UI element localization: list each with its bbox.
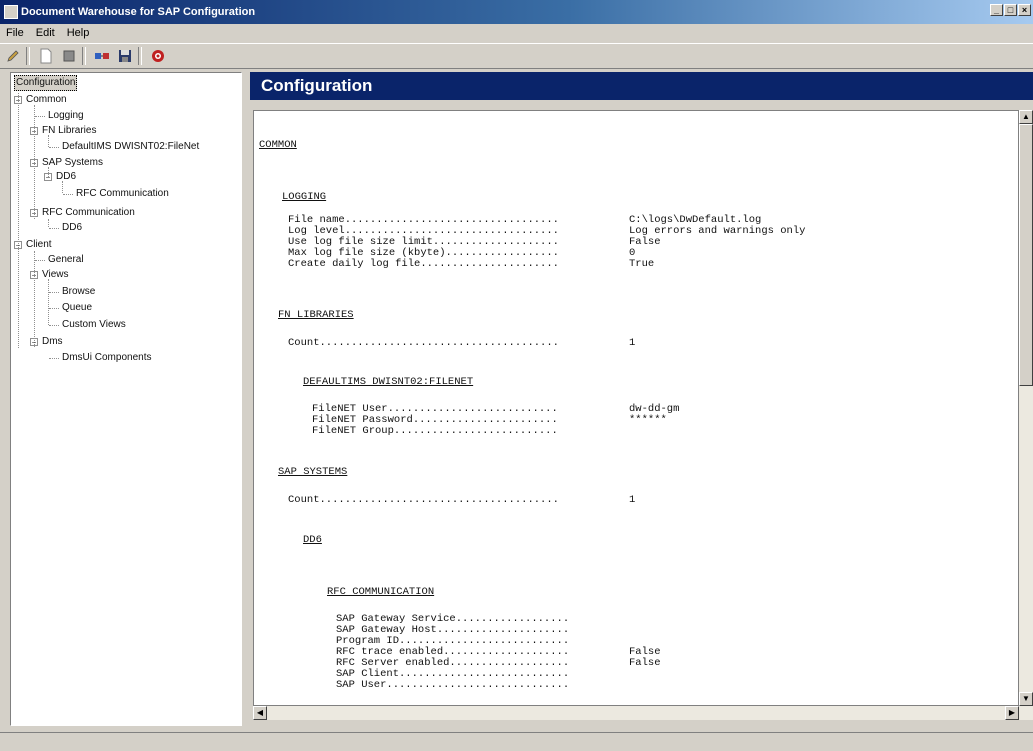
scroll-up-button[interactable]: ▲	[1019, 110, 1033, 124]
new-document-icon[interactable]	[36, 46, 56, 66]
rfc-row-value: False	[629, 657, 661, 669]
tree-item-dmsui-components[interactable]: DmsUi Components	[49, 351, 151, 365]
toolbar-separator	[26, 47, 30, 65]
section-fn-libraries: FN LIBRARIES	[278, 309, 354, 321]
tree-line	[18, 93, 19, 348]
tree-label: General	[48, 254, 84, 265]
section-common: COMMON	[259, 139, 297, 151]
tree-item-fn-libraries[interactable]: − FN Libraries	[30, 124, 96, 138]
tree-label: DD6	[62, 222, 83, 233]
menu-help[interactable]: Help	[61, 27, 96, 39]
collapse-icon[interactable]: −	[30, 159, 38, 168]
toolbar-separator	[82, 47, 86, 65]
menu-bar: File Edit Help	[0, 24, 1033, 41]
tree-label: Client	[26, 239, 52, 250]
maximize-button[interactable]: □	[1004, 4, 1017, 16]
tree-item-logging[interactable]: Logging	[35, 109, 84, 123]
log-row-label: Create daily log file...................…	[288, 258, 559, 270]
menu-edit[interactable]: Edit	[30, 27, 61, 39]
tree-item-configuration[interactable]: Configuration	[14, 75, 78, 91]
tree-item-dms[interactable]: − Dms	[30, 335, 63, 349]
sap-count-value: 1	[629, 494, 636, 506]
tree-label: SAP Systems	[42, 157, 103, 168]
help-icon[interactable]	[148, 46, 168, 66]
scroll-down-button[interactable]: ▼	[1019, 692, 1033, 706]
fn-count-value: 1	[629, 337, 636, 349]
tree-label: Configuration	[14, 75, 78, 91]
tree-label: Logging	[48, 110, 84, 121]
tree-label: DmsUi Components	[62, 352, 152, 363]
tree-item-rfc-communication[interactable]: − RFC Communication	[30, 206, 135, 220]
section-rfc-communication: RFC COMMUNICATION	[327, 586, 435, 598]
tree-item-rfc-communication-child[interactable]: RFC Communication	[63, 187, 169, 201]
tree-item-general[interactable]: General	[35, 253, 84, 267]
tree-label: FN Libraries	[42, 125, 97, 136]
tree-label: DD6	[56, 171, 77, 182]
tree-label: Common	[26, 94, 67, 105]
tree-label: RFC Communication	[42, 207, 135, 218]
rfc-row-label: SAP User.............................	[336, 679, 570, 691]
log-row-value: True	[629, 258, 655, 270]
fn-row-value: ******	[629, 414, 667, 426]
tree-item-rfc-dd6[interactable]: DD6	[49, 221, 82, 235]
section-sap-systems: SAP SYSTEMS	[278, 466, 348, 478]
save-icon[interactable]	[115, 46, 135, 66]
scroll-right-button[interactable]: ▶	[1005, 706, 1019, 720]
pencil-icon[interactable]	[3, 46, 23, 66]
window-controls: _ □ ×	[990, 4, 1031, 16]
section-default-lib: DEFAULTIMS DWISNT02:FILENET	[303, 376, 474, 388]
toolbar	[0, 43, 1033, 69]
tree-label: Queue	[62, 302, 93, 313]
details-panel: Configuration COMMON LOGGING File name..…	[250, 72, 1033, 726]
tree-item-custom-views[interactable]: Custom Views	[49, 318, 126, 332]
tree-label: Custom Views	[62, 319, 126, 330]
fn-count-label: Count...................................…	[288, 337, 559, 349]
app-icon	[4, 5, 18, 19]
tree-item-sap-systems[interactable]: − SAP Systems	[30, 156, 103, 170]
tree-label: Dms	[42, 336, 63, 347]
tree-item-dd6[interactable]: − DD6	[44, 170, 76, 184]
minimize-button[interactable]: _	[990, 4, 1003, 16]
collapse-icon[interactable]: −	[30, 209, 38, 218]
collapse-icon[interactable]: −	[30, 338, 38, 347]
title-bar: Document Warehouse for SAP Configuration…	[0, 0, 1033, 24]
menu-file[interactable]: File	[0, 27, 30, 39]
toolbar-separator	[138, 47, 142, 65]
tree-label: Views	[42, 269, 69, 280]
stop-icon[interactable]	[59, 46, 79, 66]
collapse-icon[interactable]: −	[30, 271, 38, 280]
close-button[interactable]: ×	[1018, 4, 1031, 16]
horizontal-scrollbar[interactable]: ◀ ▶	[253, 706, 1033, 720]
tree-item-browse[interactable]: Browse	[49, 285, 95, 299]
config-tree[interactable]: Configuration − Common Logging − FN Librar…	[10, 72, 242, 726]
tree-item-views[interactable]: − Views	[30, 268, 69, 282]
vertical-scrollbar[interactable]: ▲ ▼	[1019, 110, 1033, 706]
tree-item-queue[interactable]: Queue	[49, 301, 92, 315]
tree-item-client[interactable]: − Client	[14, 238, 52, 252]
sap-count-label: Count...................................…	[288, 494, 559, 506]
collapse-icon[interactable]: −	[44, 173, 52, 182]
status-bar	[0, 732, 1033, 751]
section-dd6: DD6	[303, 534, 322, 546]
collapse-icon[interactable]: −	[30, 127, 38, 136]
tree-item-fn-lib-default[interactable]: DefaultIMS DWISNT02:FileNet	[49, 140, 199, 154]
tree-item-common[interactable]: − Common	[14, 93, 67, 107]
report-view[interactable]: COMMON LOGGING File name................…	[253, 110, 1019, 706]
scroll-thumb[interactable]	[1019, 124, 1033, 386]
tree-label: Browse	[62, 286, 96, 297]
tree-label: RFC Communication	[76, 188, 169, 199]
page-title: Configuration	[250, 72, 1033, 100]
section-logging: LOGGING	[282, 191, 327, 203]
fn-row-label: FileNET Group..........................	[312, 425, 558, 437]
connect-icon[interactable]	[92, 46, 112, 66]
collapse-icon[interactable]: −	[14, 241, 22, 250]
scroll-left-button[interactable]: ◀	[253, 706, 267, 720]
collapse-icon[interactable]: −	[14, 96, 22, 105]
tree-label: DefaultIMS DWISNT02:FileNet	[62, 141, 200, 152]
window-title: Document Warehouse for SAP Configuration	[21, 6, 256, 18]
